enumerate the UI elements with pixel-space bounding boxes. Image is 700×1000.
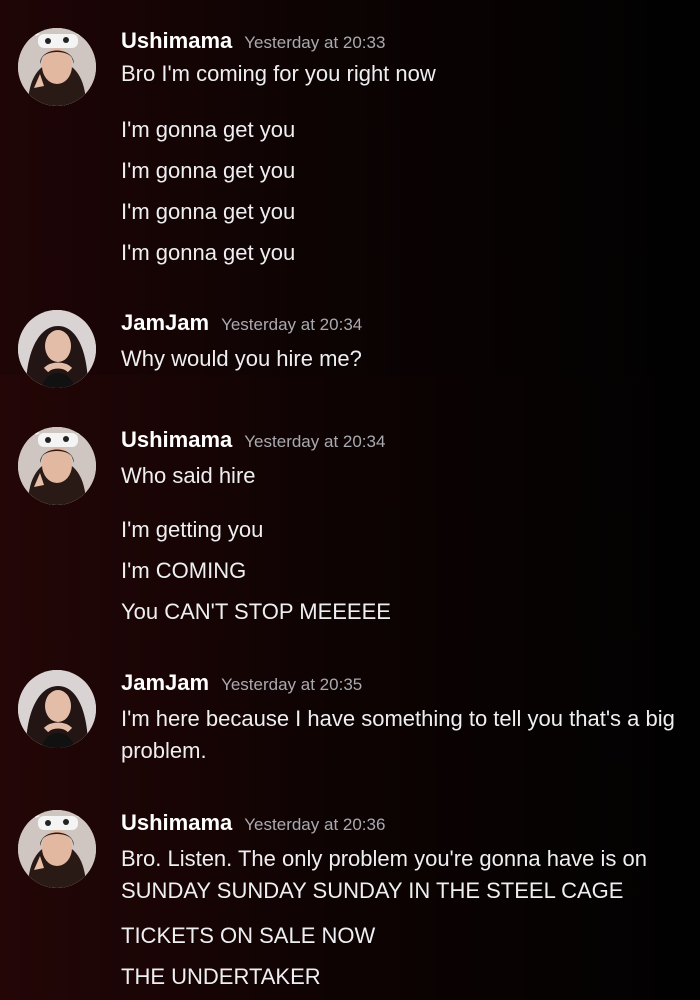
message-header: Ushimama Yesterday at 20:36 bbox=[121, 810, 385, 836]
message-timestamp[interactable]: Yesterday at 20:34 bbox=[221, 315, 362, 334]
avatar-jamjam[interactable] bbox=[18, 670, 96, 748]
author-name[interactable]: Ushimama bbox=[121, 810, 232, 835]
avatar-ushimama[interactable] bbox=[18, 427, 96, 505]
avatar-jamjam[interactable] bbox=[18, 310, 96, 388]
author-name[interactable]: JamJam bbox=[121, 310, 209, 335]
message-timestamp[interactable]: Yesterday at 20:33 bbox=[244, 33, 385, 52]
author-name[interactable]: Ushimama bbox=[121, 28, 232, 53]
message-text: Bro. Listen. The only problem you're gon… bbox=[121, 846, 648, 903]
message-timestamp[interactable]: Yesterday at 20:36 bbox=[244, 815, 385, 834]
message-text: I'm getting you bbox=[121, 517, 264, 542]
message-timestamp[interactable]: Yesterday at 20:34 bbox=[244, 432, 385, 451]
message-timestamp[interactable]: Yesterday at 20:35 bbox=[221, 675, 362, 694]
message-text: I'm gonna get you bbox=[121, 117, 296, 142]
message-header: JamJam Yesterday at 20:34 bbox=[121, 310, 362, 336]
message-text: TICKETS ON SALE NOW bbox=[121, 923, 376, 948]
message-text: I'm gonna get you bbox=[121, 240, 296, 265]
avatar-ushimama[interactable] bbox=[18, 810, 96, 888]
message-text: I'm COMING bbox=[121, 558, 247, 583]
author-name[interactable]: Ushimama bbox=[121, 427, 232, 452]
avatar-ushimama[interactable] bbox=[18, 28, 96, 106]
message-text: Why would you hire me? bbox=[121, 346, 362, 371]
author-name[interactable]: JamJam bbox=[121, 670, 209, 695]
message-text: I'm gonna get you bbox=[121, 158, 296, 183]
message-header: Ushimama Yesterday at 20:34 bbox=[121, 427, 385, 453]
message-text: You CAN'T STOP MEEEEE bbox=[121, 599, 391, 624]
message-text: I'm gonna get you bbox=[121, 199, 296, 224]
message-text: Bro I'm coming for you right now bbox=[121, 61, 436, 86]
message-text: Who said hire bbox=[121, 463, 256, 488]
message-header: JamJam Yesterday at 20:35 bbox=[121, 670, 362, 696]
message-header: Ushimama Yesterday at 20:33 bbox=[121, 28, 385, 54]
message-text: THE UNDERTAKER bbox=[121, 964, 321, 989]
message-text: I'm here because I have something to tel… bbox=[121, 706, 675, 763]
